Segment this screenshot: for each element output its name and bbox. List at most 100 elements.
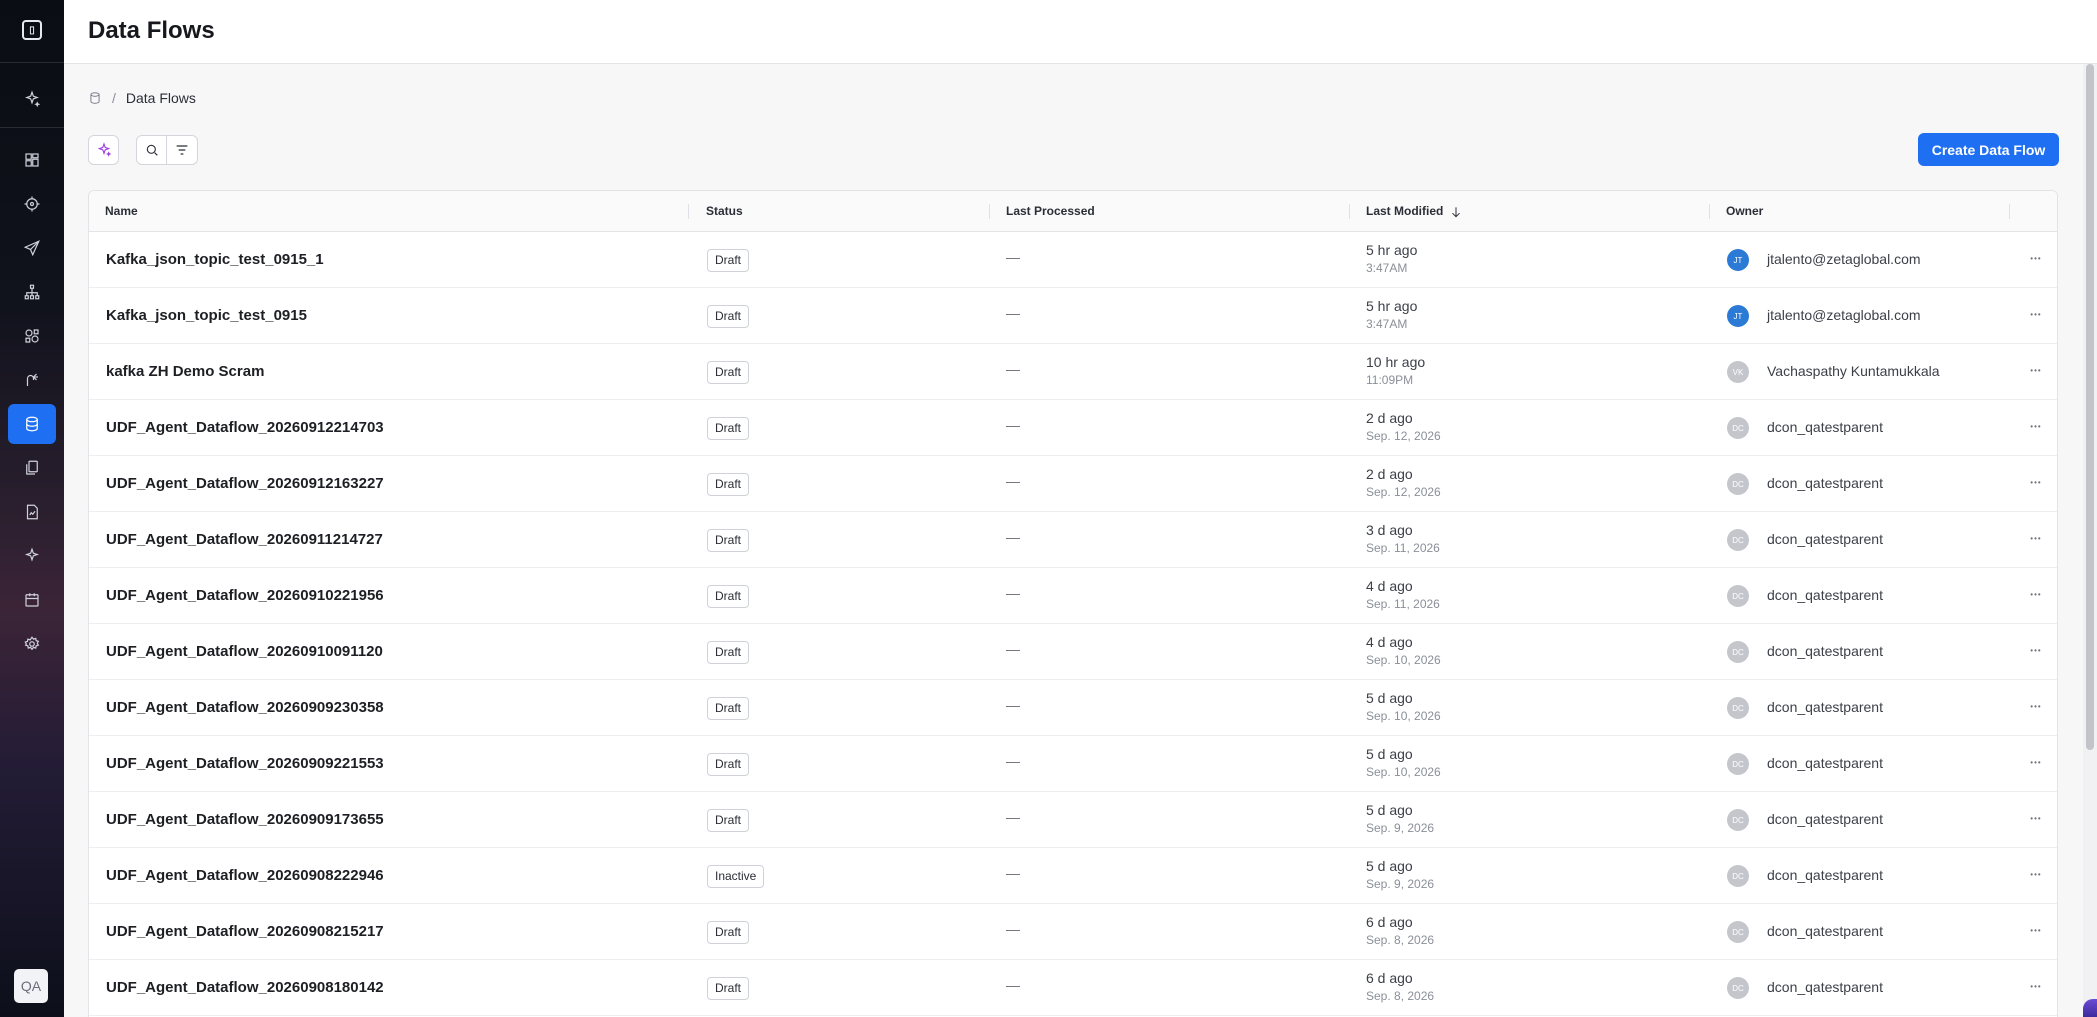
more-options-icon[interactable]: ••• [2026, 864, 2046, 884]
table-row[interactable]: UDF_Agent_Dataflow_20260908222946 Inactiv… [89, 848, 2057, 904]
last-modified-timestamp: Sep. 9, 2026 [1366, 877, 1435, 891]
data-flow-name[interactable]: UDF_Agent_Dataflow_20260909230358 [106, 699, 384, 716]
data-flow-name[interactable]: UDF_Agent_Dataflow_20260912214703 [106, 419, 384, 436]
more-options-icon[interactable]: ••• [2026, 584, 2046, 604]
column-header-owner[interactable]: Owner [1726, 191, 1763, 232]
sparkle-icon [24, 90, 41, 108]
search-icon [146, 144, 158, 156]
last-processed-value: — [1006, 697, 1020, 713]
status-badge: Draft [707, 249, 750, 272]
table-row[interactable]: Kafka_json_topic_test_0915_1 Draft — 5 hr a… [89, 232, 2057, 288]
search-button[interactable] [136, 135, 167, 165]
last-modified-timestamp: Sep. 12, 2026 [1366, 429, 1441, 443]
app-logo[interactable]: ▯ [22, 20, 42, 40]
last-modified-relative: 2 d ago [1366, 466, 1413, 482]
last-processed-value: — [1006, 529, 1020, 545]
data-flow-name[interactable]: UDF_Agent_Dataflow_20260911214727 [106, 531, 383, 548]
page-scrollbar[interactable] [2083, 64, 2097, 1017]
data-flow-name[interactable]: Kafka_json_topic_test_0915 [106, 307, 307, 324]
filter-button[interactable] [166, 135, 198, 165]
breadcrumb-separator: / [112, 90, 116, 106]
table-row[interactable]: UDF_Agent_Dataflow_20260909173655 Draft — 5… [89, 792, 2057, 848]
sidebar-item-segments[interactable] [8, 316, 56, 356]
data-flow-name[interactable]: UDF_Agent_Dataflow_20260910091120 [106, 643, 383, 660]
table-row[interactable]: UDF_Agent_Dataflow_20260908215217 Draft — 6… [89, 904, 2057, 960]
data-flow-name[interactable]: UDF_Agent_Dataflow_20260909173655 [106, 811, 384, 828]
sort-descending-icon[interactable] [1449, 205, 1463, 219]
more-options-icon[interactable]: ••• [2026, 360, 2046, 380]
owner-avatar: JT [1727, 305, 1749, 327]
more-options-icon[interactable]: ••• [2026, 472, 2046, 492]
sidebar-item-dashboard[interactable] [8, 140, 56, 180]
calendar-icon [25, 593, 39, 607]
data-flow-name[interactable]: UDF_Agent_Dataflow_20260909221553 [106, 755, 384, 772]
owner-name: dcon_qatestparent [1767, 811, 1883, 827]
sidebar-item-settings[interactable] [8, 624, 56, 664]
ai-assist-button[interactable] [88, 135, 119, 165]
sidebar-item-campaigns[interactable] [8, 228, 56, 268]
last-modified-relative: 3 d ago [1366, 522, 1413, 538]
page-title: Data Flows [88, 17, 215, 44]
scrollbar-thumb[interactable] [2086, 64, 2094, 750]
last-modified-value: 2 d ago Sep. 12, 2026 [1366, 466, 1441, 499]
more-options-icon[interactable]: ••• [2026, 976, 2046, 996]
more-options-icon[interactable]: ••• [2026, 752, 2046, 772]
column-header-name[interactable]: Name [105, 191, 138, 232]
owner-avatar: DC [1727, 753, 1749, 775]
more-options-icon[interactable]: ••• [2026, 808, 2046, 828]
more-options-icon[interactable]: ••• [2026, 640, 2046, 660]
sidebar-item-reports[interactable] [8, 492, 56, 532]
data-flow-name[interactable]: UDF_Agent_Dataflow_20260908180142 [106, 979, 384, 996]
sidebar-item-content[interactable] [8, 448, 56, 488]
data-flow-name[interactable]: UDF_Agent_Dataflow_20260908222946 [106, 867, 384, 884]
data-flow-name[interactable]: UDF_Agent_Dataflow_20260908215217 [106, 923, 384, 940]
owner-avatar: DC [1727, 585, 1749, 607]
sidebar-item-ai[interactable] [8, 79, 56, 119]
owner-name: dcon_qatestparent [1767, 923, 1883, 939]
data-flow-name[interactable]: Kafka_json_topic_test_0915_1 [106, 251, 324, 268]
table-row[interactable]: UDF_Agent_Dataflow_20260912214703 Draft — 2… [89, 400, 2057, 456]
sidebar-item-routes[interactable] [8, 360, 56, 400]
table-row[interactable]: UDF_Agent_Dataflow_20260909221553 Draft — 5… [89, 736, 2057, 792]
data-flow-name[interactable]: UDF_Agent_Dataflow_20260912163227 [106, 475, 384, 492]
owner-name: Vachaspathy Kuntamukkala [1767, 363, 1940, 379]
table-row[interactable]: UDF_Agent_Dataflow_20260911214727 Draft — 3… [89, 512, 2057, 568]
data-flow-name[interactable]: UDF_Agent_Dataflow_20260910221956 [106, 587, 384, 604]
table-row[interactable]: UDF_Agent_Dataflow_20260909230358 Draft — 5… [89, 680, 2057, 736]
owner-name: dcon_qatestparent [1767, 531, 1883, 547]
send-icon [23, 240, 40, 257]
more-options-icon[interactable]: ••• [2026, 528, 2046, 548]
sidebar-item-journeys[interactable] [8, 272, 56, 312]
table-row[interactable]: UDF_Agent_Dataflow_20260908180142 Draft — 6… [89, 960, 2057, 1016]
last-modified-timestamp: Sep. 10, 2026 [1366, 765, 1441, 779]
last-modified-value: 5 hr ago 3:47AM [1366, 242, 1417, 275]
last-modified-relative: 5 hr ago [1366, 242, 1418, 258]
column-header-status[interactable]: Status [706, 191, 743, 232]
more-options-icon[interactable]: ••• [2026, 304, 2046, 324]
column-header-last-modified[interactable]: Last Modified [1366, 191, 1463, 232]
column-header-last-processed[interactable]: Last Processed [1006, 191, 1095, 232]
more-options-icon[interactable]: ••• [2026, 416, 2046, 436]
sidebar-item-data-flows[interactable] [8, 404, 56, 444]
database-icon[interactable] [88, 91, 102, 105]
table-row[interactable]: kafka ZH Demo Scram Draft — 10 hr ago 11:09P… [89, 344, 2057, 400]
status-badge: Draft [707, 697, 750, 720]
last-processed-value: — [1006, 977, 1020, 993]
sidebar-item-calendar[interactable] [8, 580, 56, 620]
user-avatar[interactable]: QA [14, 969, 48, 1003]
create-data-flow-button[interactable]: Create Data Flow [1918, 133, 2059, 166]
sidebar-item-audiences[interactable] [8, 184, 56, 224]
last-modified-relative: 4 d ago [1366, 578, 1413, 594]
data-flow-name[interactable]: kafka ZH Demo Scram [106, 363, 264, 380]
table-row[interactable]: UDF_Agent_Dataflow_20260912163227 Draft — 2… [89, 456, 2057, 512]
sidebar-item-agents[interactable] [8, 536, 56, 576]
more-options-icon[interactable]: ••• [2026, 920, 2046, 940]
table-row[interactable]: UDF_Agent_Dataflow_20260910091120 Draft — 4… [89, 624, 2057, 680]
owner-avatar: VK [1727, 361, 1749, 383]
table-row[interactable]: UDF_Agent_Dataflow_20260910221956 Draft — 4… [89, 568, 2057, 624]
table-row[interactable]: Kafka_json_topic_test_0915 Draft — 5 hr ago… [89, 288, 2057, 344]
more-options-icon[interactable]: ••• [2026, 248, 2046, 268]
status-badge: Draft [707, 417, 750, 440]
last-modified-relative: 10 hr ago [1366, 354, 1426, 370]
more-options-icon[interactable]: ••• [2026, 696, 2046, 716]
